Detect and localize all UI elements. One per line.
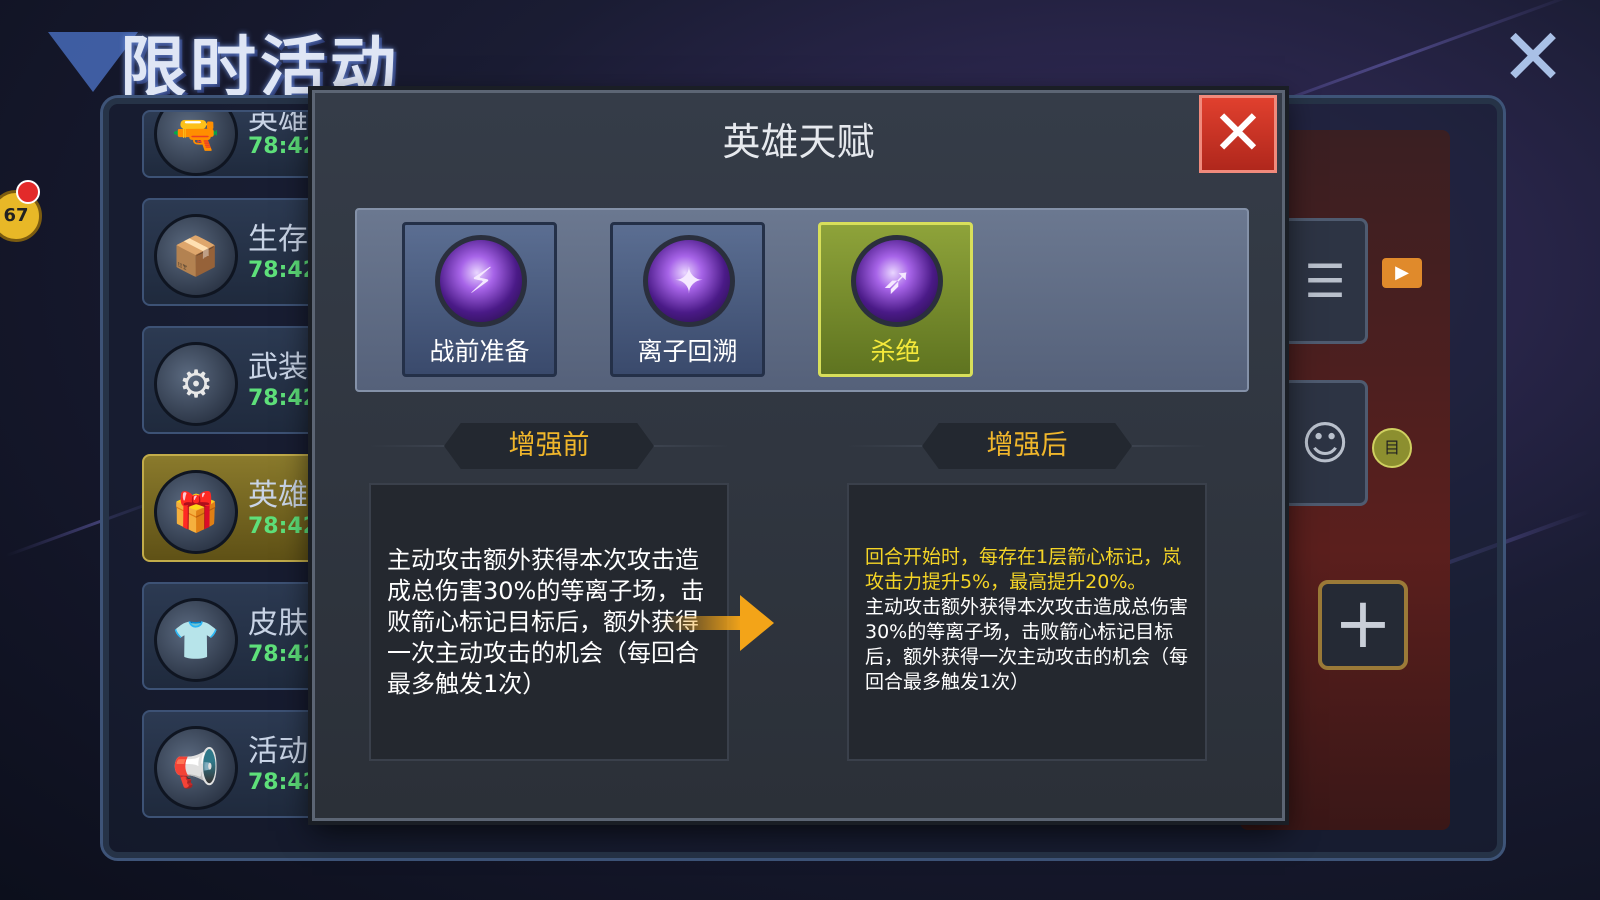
sidebar-item-timer: 78:42 [248,770,319,795]
sidebar-item-label: 生存 [248,222,308,257]
sidebar-item-label: 英雄 [248,478,308,513]
talent-card[interactable]: ✦ 离子回溯 [610,222,765,377]
dialog-title: 英雄天赋 [722,120,875,164]
sidebar-item[interactable]: 🔫 英雄 78:42 [142,110,326,178]
talent-selector: ⚡ 战前准备 ✦ 离子回溯 ➶ 杀绝 [355,208,1249,392]
dialog-close-button[interactable]: ✕ [1199,95,1277,173]
arrow-tail [660,616,742,630]
skin-chest-icon: 👕 [154,598,238,682]
talent-card-selected[interactable]: ➶ 杀绝 [818,222,973,377]
sidebar-item-label: 皮肤 [248,606,308,641]
sidebar-item[interactable]: ⚙ 武装 78:42 [142,326,326,434]
claw-slash-icon: ⚡ [435,235,527,327]
archer-silhouette-icon: ➶ [851,235,943,327]
talent-label: 战前准备 [429,337,530,366]
sidebar-item-timer: 78:42 [248,642,319,667]
notification-dot [16,180,40,204]
after-description: 回合开始时，每存在1层箭心标记，岚攻击力提升5%，最高提升20%。 主动攻击额外… [847,483,1207,761]
sidebar-item[interactable]: 🎁 英雄 78:42 [142,454,326,562]
before-heading: 增强前 [444,423,654,469]
after-heading: 增强后 [922,423,1132,469]
supply-crate-icon: 📦 [154,214,238,298]
sidebar-item-timer: 78:42 [248,514,319,539]
talent-card[interactable]: ⚡ 战前准备 [402,222,557,377]
sidebar-item[interactable]: 📦 生存 78:42 [142,198,326,306]
megaphone-icon: 📢 [154,726,238,810]
revolver-icon: 🔫 [154,112,238,176]
sidebar-item[interactable]: 📢 活动 78:42 [142,710,326,818]
hero-portrait-icon: ✦ [643,235,735,327]
close-icon[interactable]: ✕ [1497,19,1569,97]
gear-parts-icon: ⚙ [154,342,238,426]
message-icon[interactable]: 目 [1372,428,1412,468]
event-sidebar: 🔫 英雄 78:42 📦 生存 78:42 ⚙ 武装 78:42 🎁 英雄 78… [142,110,326,838]
plus-button[interactable]: + [1318,580,1408,670]
notes-icon[interactable]: ☰ [1282,218,1368,344]
talent-label: 杀绝 [870,337,921,366]
talent-label: 离子回溯 [637,337,738,366]
head-heart-icon[interactable]: ☺ [1282,380,1368,506]
sidebar-item-timer: 78:42 [248,258,319,283]
sidebar-item-label: 武装 [248,350,308,385]
after-body-text: 主动攻击额外获得本次攻击造成总伤害30%的等离子场，击败箭心标记目标后，额外获得… [865,596,1189,693]
sidebar-item[interactable]: 👕 皮肤 78:42 [142,582,326,690]
sidebar-item-timer: 78:42 [248,134,319,159]
after-highlight-text: 回合开始时，每存在1层箭心标记，岚攻击力提升5%，最高提升20%。 [865,546,1182,593]
play-icon[interactable]: ▶ [1382,258,1422,288]
arrow-right-icon [740,595,774,651]
sidebar-item-timer: 78:42 [248,386,319,411]
treasure-chest-icon: 🎁 [154,470,238,554]
hero-talent-dialog: 英雄天赋 ✕ ⚡ 战前准备 ✦ 离子回溯 ➶ 杀绝 增强前 增强后 主动攻击额外… [312,90,1285,821]
sidebar-item-label: 活动 [248,734,308,769]
